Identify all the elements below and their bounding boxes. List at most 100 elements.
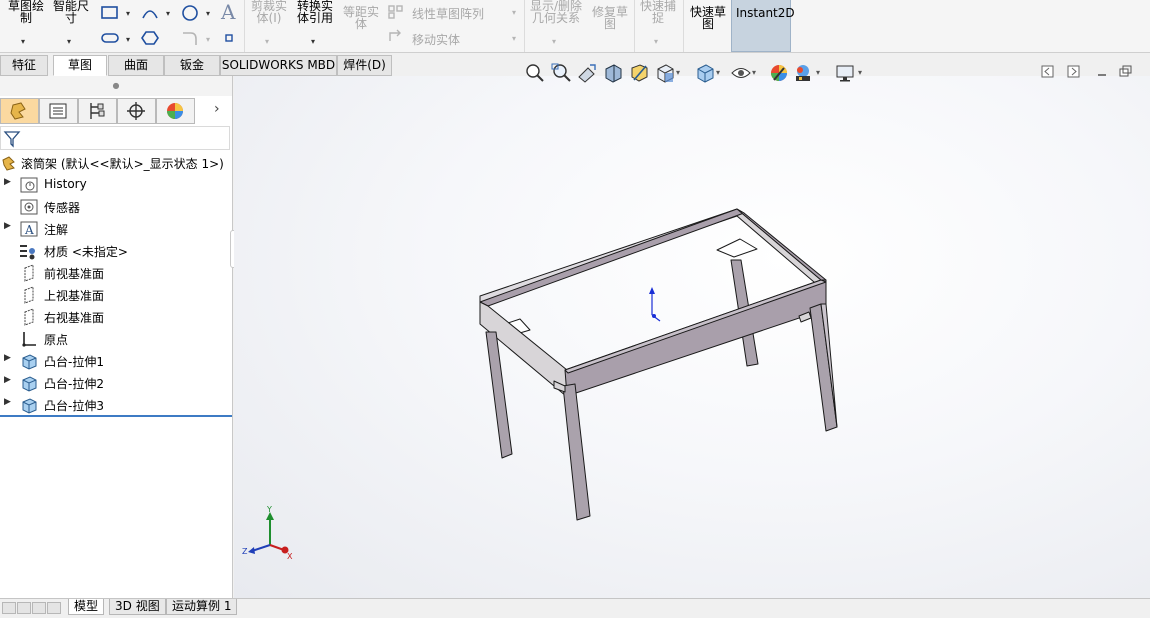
arc-dropdown[interactable]: ▾: [166, 9, 170, 18]
tree-filter-box[interactable]: [0, 126, 230, 150]
tree-item-label: 凸台-拉伸1: [44, 355, 104, 369]
slot-dropdown[interactable]: ▾: [126, 35, 130, 44]
linear-pattern-button[interactable]: 线性草图阵列: [412, 5, 484, 22]
convert-dropdown[interactable]: ▾: [311, 37, 315, 46]
restore-icon[interactable]: [1119, 65, 1132, 77]
tab-mbd[interactable]: SOLIDWORKS MBD: [220, 55, 337, 76]
tree-root-part[interactable]: 滚筒架 (默认<<默认>_显示状态 1>): [0, 152, 232, 174]
instant2d-label: Instant2D: [736, 6, 795, 20]
triad-y-label: Y: [266, 505, 272, 514]
circle-dropdown[interactable]: ▾: [206, 9, 210, 18]
tab-sketch[interactable]: 草图: [53, 55, 107, 76]
expand-arrow-icon[interactable]: ▶: [4, 177, 11, 187]
frame-right-beam[interactable]: [736, 208, 827, 281]
tab-weldments[interactable]: 焊件(D): [337, 55, 392, 76]
sensor-icon: [20, 199, 38, 215]
display-delete-relations-button[interactable]: 显示/删除 几何关系: [527, 0, 585, 24]
move-entities-dropdown[interactable]: ▾: [512, 34, 516, 43]
triad-z-label: Z: [242, 547, 248, 556]
tree-item-sensors[interactable]: 传感器: [0, 196, 232, 218]
circle-icon[interactable]: [180, 4, 200, 22]
trim-dropdown[interactable]: ▾: [265, 37, 269, 46]
polygon-icon[interactable]: [140, 29, 160, 47]
quick-snaps-dropdown[interactable]: ▾: [654, 37, 658, 46]
slot-icon[interactable]: [100, 30, 120, 46]
tree-item-right-plane[interactable]: 右视基准面: [0, 306, 232, 328]
tree-item-label: 凸台-拉伸2: [44, 377, 104, 391]
fillet-dropdown[interactable]: ▾: [206, 35, 210, 44]
last-tab-button[interactable]: [47, 602, 61, 614]
tab-surfaces[interactable]: 曲面: [108, 55, 164, 76]
rapid-sketch-button[interactable]: 快速草 图: [687, 6, 729, 30]
instant2d-button[interactable]: Instant2D: [731, 0, 795, 52]
tree-item-boss-extrude-2[interactable]: ▶ 凸台-拉伸2: [0, 372, 232, 394]
point-icon[interactable]: [224, 33, 234, 43]
rollback-bar[interactable]: [0, 415, 232, 417]
text-tool-icon[interactable]: A: [221, 0, 235, 24]
expand-arrow-icon[interactable]: ▶: [4, 397, 11, 407]
linear-pattern-dropdown[interactable]: ▾: [512, 8, 516, 17]
sketch-draw-dropdown[interactable]: ▾: [21, 37, 25, 46]
first-tab-button[interactable]: [2, 602, 16, 614]
triad-z-arrow-icon: [248, 547, 255, 554]
tree-item-history[interactable]: ▶ History: [0, 174, 232, 196]
frame-front-beam[interactable]: [564, 279, 827, 397]
table-frame-model[interactable]: [234, 76, 1150, 598]
display-delete-relations-label: 显示/删除 几何关系: [529, 0, 583, 25]
convert-entities-button[interactable]: 转换实 体引用: [295, 0, 335, 24]
tree-item-origin[interactable]: 原点: [0, 328, 232, 350]
dimxpert-manager-tab[interactable]: [117, 98, 156, 124]
expand-arrow-icon[interactable]: ▶: [4, 353, 11, 363]
tree-item-boss-extrude-3[interactable]: ▶ 凸台-拉伸3: [0, 394, 232, 416]
sketch-draw-button[interactable]: 草图绘 制: [6, 0, 46, 24]
configuration-manager-icon: [90, 103, 105, 119]
tree-item-top-plane[interactable]: 上视基准面: [0, 284, 232, 306]
annotations-icon: A: [20, 221, 38, 237]
rectangle-icon[interactable]: [100, 4, 120, 22]
configuration-manager-tab[interactable]: [78, 98, 117, 124]
display-manager-tab[interactable]: [156, 98, 195, 124]
feature-manager-tab[interactable]: [0, 98, 39, 124]
tab-3d-views[interactable]: 3D 视图: [109, 599, 166, 615]
panel-grip[interactable]: ●: [0, 76, 232, 96]
tab-model[interactable]: 模型: [68, 599, 105, 615]
smart-dimension-button[interactable]: 智能尺 寸: [51, 0, 91, 24]
trim-entities-button[interactable]: 剪裁实 体(I): [249, 0, 289, 24]
graphics-area[interactable]: ▾ ▾ ▾ ▾ ▾ Y Z X: [234, 63, 1150, 598]
fillet-icon[interactable]: [180, 29, 200, 47]
offset-entities-button[interactable]: 等距实 体: [341, 6, 381, 30]
relations-dropdown[interactable]: ▾: [552, 37, 556, 46]
tab-sheet-metal[interactable]: 钣金: [164, 55, 220, 76]
frame-back-beam[interactable]: [479, 208, 745, 307]
rectangle-dropdown[interactable]: ▾: [126, 9, 130, 18]
expand-arrow-icon[interactable]: ▶: [4, 375, 11, 385]
leg-front-left[interactable]: [485, 331, 513, 459]
tree-item-material[interactable]: 材质 <未指定>: [0, 240, 232, 262]
next-tab-button[interactable]: [32, 602, 46, 614]
move-entities-button[interactable]: 移动实体: [412, 31, 460, 48]
tab-motion-study[interactable]: 运动算例 1: [166, 599, 238, 615]
plane-icon: [24, 264, 34, 282]
tree-item-label: 凸台-拉伸3: [44, 399, 104, 413]
plane-icon: [24, 308, 34, 326]
tree-item-boss-extrude-1[interactable]: ▶ 凸台-拉伸1: [0, 350, 232, 372]
tree-item-annotations[interactable]: ▶ A 注解: [0, 218, 232, 240]
arc-icon[interactable]: [140, 4, 160, 22]
part-icon: [2, 156, 15, 171]
prev-tab-button[interactable]: [17, 602, 31, 614]
reference-triad[interactable]: Y Z X: [242, 504, 302, 564]
repair-sketch-button[interactable]: 修复草 图: [590, 6, 630, 30]
quick-snaps-button[interactable]: 快速捕 捉: [638, 0, 678, 24]
next-tab-arrow[interactable]: ›: [214, 101, 220, 117]
property-manager-tab[interactable]: [39, 98, 78, 124]
frame-front-beam-top[interactable]: [564, 279, 827, 374]
rapid-sketch-label: 快速草 图: [689, 5, 726, 31]
leg-front-near[interactable]: [562, 383, 591, 521]
expand-arrow-icon[interactable]: ▶: [4, 221, 11, 231]
feature-manager-icon: [10, 102, 26, 120]
tree-item-front-plane[interactable]: 前视基准面: [0, 262, 232, 284]
smart-dimension-dropdown[interactable]: ▾: [67, 37, 71, 46]
model-tabs-bar: 模型 3D 视图 运动算例 1: [0, 598, 1150, 618]
tab-features[interactable]: 特征: [0, 55, 48, 76]
tree-item-label: 传感器: [44, 201, 81, 215]
